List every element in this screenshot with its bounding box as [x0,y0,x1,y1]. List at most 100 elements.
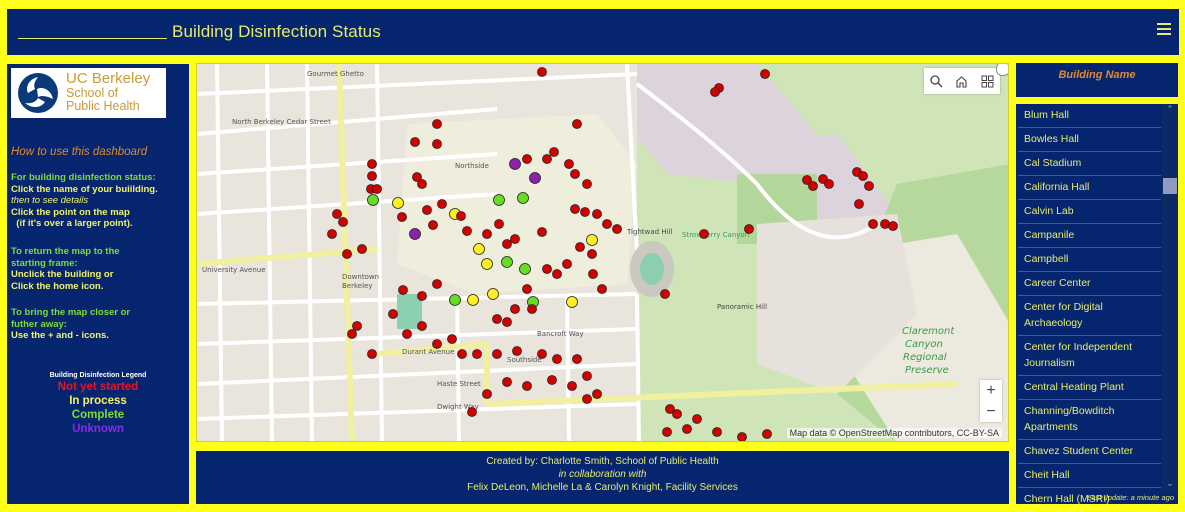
building-point-not-started[interactable] [762,429,772,439]
building-point-not-started[interactable] [422,205,432,215]
building-point-not-started[interactable] [347,329,357,339]
building-point-not-started[interactable] [662,427,672,437]
building-point-not-started[interactable] [572,354,582,364]
building-point-not-started[interactable] [456,211,466,221]
building-point-not-started[interactable] [824,179,834,189]
building-point-not-started[interactable] [552,354,562,364]
building-point-not-started[interactable] [682,424,692,434]
building-point-in-process[interactable] [481,258,493,270]
zoom-in-button[interactable]: + [980,380,1002,401]
building-point-not-started[interactable] [570,169,580,179]
building-point-not-started[interactable] [537,227,547,237]
building-point-not-started[interactable] [367,171,377,181]
building-point-complete[interactable] [517,192,529,204]
building-list-item[interactable]: Chavez Student Center [1018,440,1161,464]
building-point-not-started[interactable] [502,239,512,249]
scrollbar-thumb[interactable] [1163,178,1177,194]
building-point-not-started[interactable] [858,171,868,181]
building-point-not-started[interactable] [562,259,572,269]
basemap-gallery-icon[interactable] [979,73,995,89]
building-point-not-started[interactable] [417,291,427,301]
building-point-not-started[interactable] [510,234,520,244]
building-point-not-started[interactable] [342,249,352,259]
building-point-not-started[interactable] [744,224,754,234]
building-point-not-started[interactable] [402,329,412,339]
building-point-not-started[interactable] [338,217,348,227]
building-point-not-started[interactable] [494,219,504,229]
building-list-item[interactable]: Campbell [1018,248,1161,272]
building-point-not-started[interactable] [527,304,537,314]
list-scrollbar[interactable]: ⌃ ⌄ [1162,104,1178,492]
building-point-not-started[interactable] [537,67,547,77]
building-list-item[interactable]: Career Center [1018,272,1161,296]
home-icon[interactable] [954,73,970,89]
building-point-not-started[interactable] [432,139,442,149]
building-list-item[interactable]: Channing/Bowditch Apartments [1018,400,1161,440]
building-point-complete[interactable] [493,194,505,206]
building-point-not-started[interactable] [712,427,722,437]
building-point-not-started[interactable] [597,284,607,294]
building-list-item[interactable]: Cheit Hall [1018,464,1161,488]
building-point-unknown[interactable] [509,158,521,170]
building-point-not-started[interactable] [868,219,878,229]
building-point-not-started[interactable] [665,404,675,414]
building-point-in-process[interactable] [566,296,578,308]
building-point-not-started[interactable] [547,375,557,385]
building-point-in-process[interactable] [586,234,598,246]
building-point-not-started[interactable] [699,229,709,239]
building-point-not-started[interactable] [572,119,582,129]
building-point-not-started[interactable] [457,349,467,359]
building-point-not-started[interactable] [522,284,532,294]
building-point-not-started[interactable] [432,119,442,129]
building-point-not-started[interactable] [417,179,427,189]
building-point-complete[interactable] [449,294,461,306]
building-list-item[interactable]: Central Heating Plant [1018,376,1161,400]
building-point-not-started[interactable] [332,209,342,219]
scroll-down-icon[interactable]: ⌄ [1162,478,1178,492]
building-point-not-started[interactable] [482,389,492,399]
building-point-complete[interactable] [367,194,379,206]
campus-map[interactable]: Gourmet Ghetto North Berkeley Cedar Stre… [196,63,1009,442]
building-point-not-started[interactable] [602,219,612,229]
building-point-in-process[interactable] [487,288,499,300]
building-point-not-started[interactable] [808,181,818,191]
building-list-item[interactable]: Campanile [1018,224,1161,248]
building-point-not-started[interactable] [542,264,552,274]
building-point-not-started[interactable] [552,269,562,279]
building-point-not-started[interactable] [432,339,442,349]
building-point-not-started[interactable] [417,321,427,331]
building-point-not-started[interactable] [397,212,407,222]
map-basemap[interactable]: Gourmet Ghetto North Berkeley Cedar Stre… [197,64,1009,442]
building-point-not-started[interactable] [592,209,602,219]
building-point-not-started[interactable] [472,349,482,359]
building-point-unknown[interactable] [529,172,541,184]
building-point-not-started[interactable] [582,179,592,189]
building-point-not-started[interactable] [864,181,874,191]
building-list-item[interactable]: Cal Stadium [1018,152,1161,176]
building-list-item[interactable]: Center for Digital Archaeology [1018,296,1161,336]
building-point-not-started[interactable] [462,226,472,236]
building-list-item[interactable]: Center for Independent Journalism [1018,336,1161,376]
hamburger-menu-icon[interactable] [1157,23,1171,37]
building-point-not-started[interactable] [567,381,577,391]
building-point-not-started[interactable] [388,309,398,319]
zoom-out-button[interactable]: − [980,401,1002,422]
building-point-not-started[interactable] [447,334,457,344]
building-point-not-started[interactable] [854,199,864,209]
building-point-not-started[interactable] [542,154,552,164]
search-icon[interactable] [929,73,945,89]
building-point-not-started[interactable] [352,321,362,331]
building-point-not-started[interactable] [549,147,559,157]
building-point-not-started[interactable] [888,221,898,231]
building-point-in-process[interactable] [467,294,479,306]
building-point-complete[interactable] [501,256,513,268]
building-point-not-started[interactable] [367,349,377,359]
building-list-item[interactable]: Blum Hall [1018,104,1161,128]
building-point-complete[interactable] [519,263,531,275]
building-point-not-started[interactable] [492,349,502,359]
building-point-not-started[interactable] [467,407,477,417]
building-point-not-started[interactable] [582,394,592,404]
building-point-not-started[interactable] [612,224,622,234]
building-point-not-started[interactable] [587,249,597,259]
building-point-not-started[interactable] [428,220,438,230]
